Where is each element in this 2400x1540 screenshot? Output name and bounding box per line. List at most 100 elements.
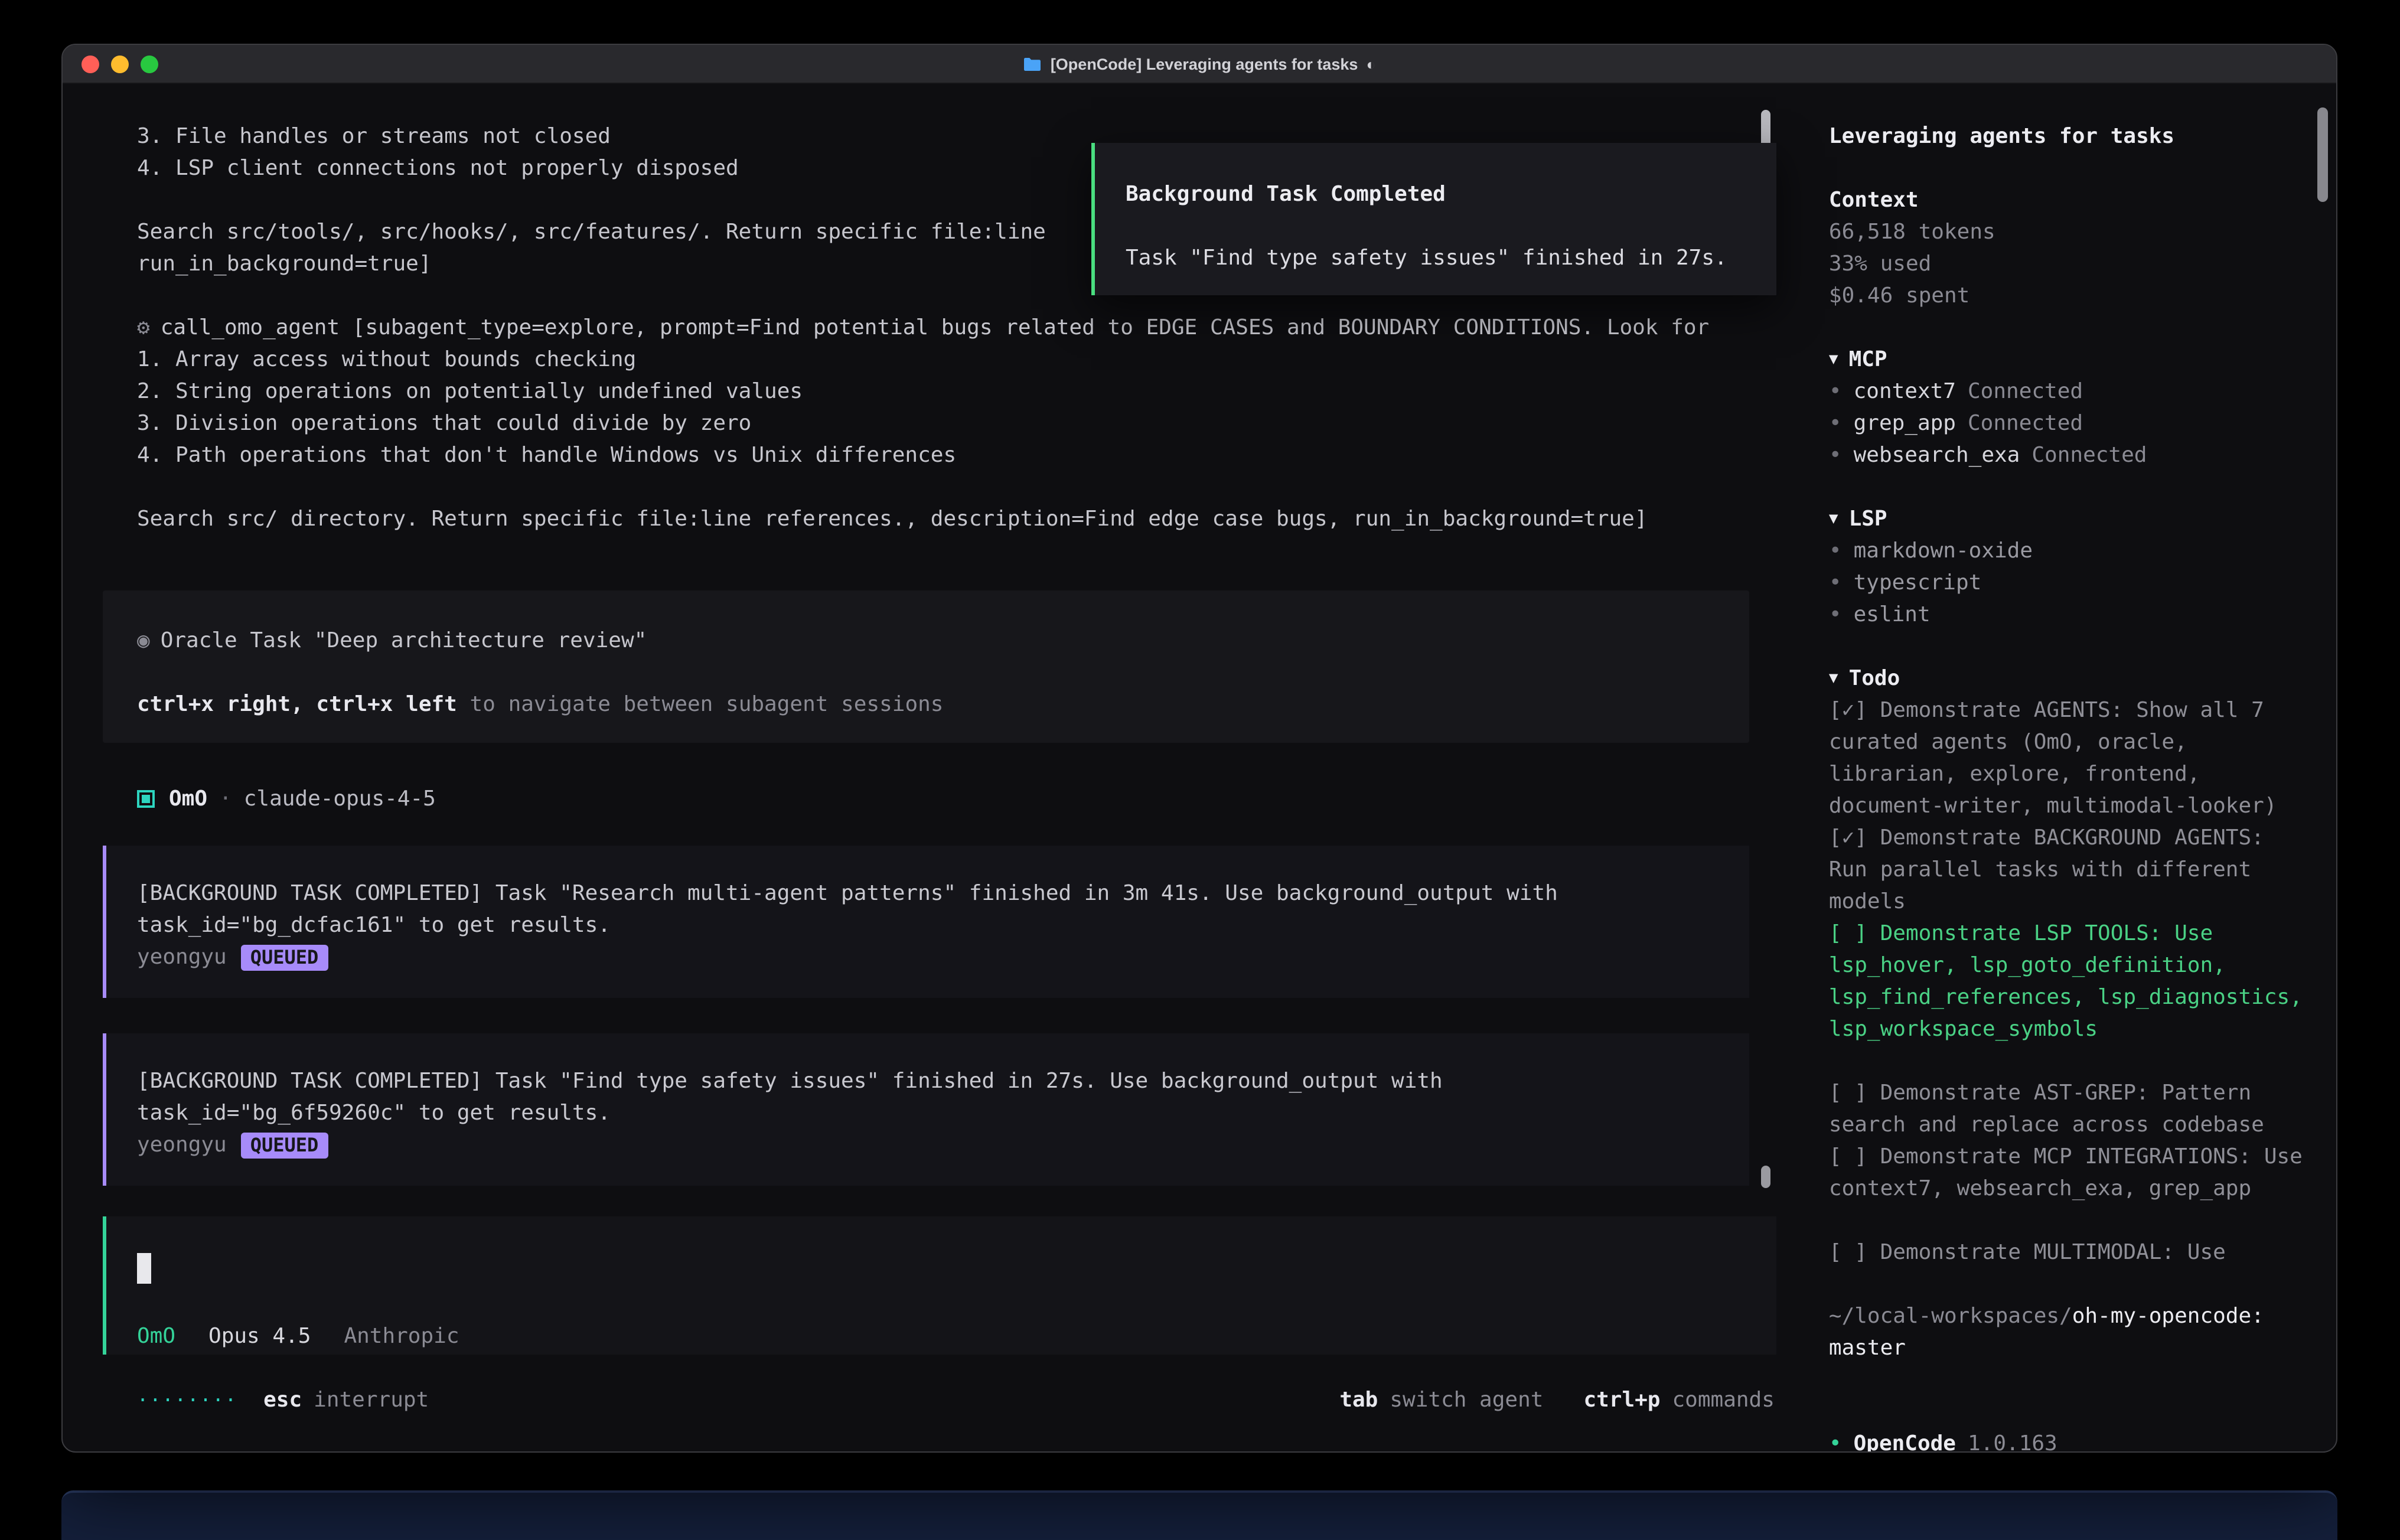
chevron-down-icon: ▼ [1829, 344, 1838, 376]
bullet-icon: • [1829, 1428, 1842, 1453]
zoom-window-button[interactable] [141, 55, 158, 73]
input-model-provider: Anthropic [344, 1320, 459, 1352]
workspace-path: ~/local-workspaces/oh-my-opencode: [1829, 1300, 2324, 1332]
oracle-task-card[interactable]: ◉Oracle Task "Deep architecture review" … [103, 590, 1749, 743]
lsp-item: • markdown-oxide [1829, 535, 2324, 567]
lsp-name: typescript [1854, 567, 1982, 599]
todo-item: [ ] Demonstrate AST-GREP: Pattern search… [1829, 1077, 2308, 1141]
mcp-name: websearch_exa [1854, 439, 2020, 471]
mcp-status: Connected [1968, 376, 2083, 407]
bullet-icon: • [1829, 407, 1842, 439]
chevron-down-icon: ▼ [1829, 663, 1838, 694]
tab-key-hint: tab [1339, 1384, 1378, 1416]
todo-item-current: [ ] Demonstrate LSP TOOLS: Use lsp_hover… [1829, 918, 2308, 1045]
oracle-icon: ◉ [137, 628, 150, 653]
prompt-input[interactable]: OmO Opus 4.5 Anthropic [103, 1216, 1776, 1355]
message-line2: task_id="bg_6f59260c" to get results. [137, 1097, 1726, 1129]
toast-background-task-completed: Background Task Completed Task "Find typ… [1091, 143, 1776, 295]
background-window-edge [61, 1490, 2337, 1540]
bullet-icon: • [1829, 439, 1842, 471]
session-sidebar: Leveraging agents for tasks Context 66,5… [1805, 83, 2336, 1453]
toast-title: Background Task Completed [1126, 178, 1746, 210]
tool-call-detail: 1. Array access without bounds checking … [137, 344, 1805, 535]
app-version-row: • OpenCode 1.0.163 [1829, 1428, 2324, 1453]
window-title-text: [OpenCode] Leveraging agents for tasks [1051, 48, 1358, 80]
lsp-name: markdown-oxide [1854, 535, 2033, 567]
main-scrollbar-thumb-lower[interactable] [1762, 1166, 1771, 1188]
message-user: yeongyu [137, 1129, 227, 1161]
context-spent: $0.46 spent [1829, 280, 2324, 312]
git-branch: master [1829, 1332, 2324, 1364]
lsp-item: • eslint [1829, 599, 2324, 631]
app-name: OpenCode [1854, 1428, 1956, 1453]
oracle-task-title-row: ◉ Oracle Task "Deep architecture review" [137, 625, 1749, 657]
context-used: 33% used [1829, 248, 2324, 280]
input-model-row: OmO Opus 4.5 Anthropic [137, 1320, 459, 1352]
traffic-lights [63, 55, 158, 73]
lsp-section-heading[interactable]: ▼ LSP [1829, 503, 2324, 535]
ctrlp-key-label: commands [1672, 1384, 1775, 1416]
status-badge: QUEUED [241, 944, 328, 970]
chevron-down-icon: ▼ [1829, 503, 1838, 535]
mcp-heading-label: MCP [1849, 344, 1887, 376]
bullet-icon: • [1829, 567, 1842, 599]
gear-icon: ⚙ [137, 312, 150, 344]
mcp-item: • websearch_exa Connected [1829, 439, 2324, 471]
background-task-message[interactable]: [BACKGROUND TASK COMPLETED] Task "Resear… [103, 846, 1749, 998]
esc-key-label: interrupt [314, 1384, 429, 1416]
input-model-name: Opus 4.5 [208, 1320, 311, 1352]
app-version: 1.0.163 [1968, 1428, 2057, 1453]
agent-separator: · [219, 783, 232, 815]
background-task-message[interactable]: [BACKGROUND TASK COMPLETED] Task "Find t… [103, 1033, 1749, 1186]
folder-icon [1023, 56, 1042, 71]
bullet-icon: • [1829, 376, 1842, 407]
chat-main-pane: Background Task Completed Task "Find typ… [63, 83, 1805, 1453]
todo-item: [ ] Demonstrate MULTIMODAL: Use [1829, 1236, 2308, 1268]
minimize-window-button[interactable] [111, 55, 129, 73]
oracle-hint-text: to navigate between subagent sessions [457, 692, 944, 717]
mcp-name: context7 [1854, 376, 1956, 407]
context-tokens: 66,518 tokens [1829, 216, 2324, 248]
lsp-item: • typescript [1829, 567, 2324, 599]
todo-item: [ ] Demonstrate MCP INTEGRATIONS: Use co… [1829, 1141, 2308, 1205]
active-agent-line: OmO · claude-opus-4-5 [137, 783, 1805, 815]
status-bar-right: tab switch agent ctrl+p commands [1299, 1384, 1775, 1416]
todo-heading-label: Todo [1849, 663, 1900, 694]
todo-item: [✓] Demonstrate BACKGROUND AGENTS: Run p… [1829, 822, 2308, 918]
workspace-path-prefix: ~/local-workspaces/ [1829, 1304, 2072, 1329]
tab-key-label: switch agent [1390, 1384, 1543, 1416]
status-badge: QUEUED [241, 1132, 328, 1158]
esc-key-hint: esc [263, 1384, 302, 1416]
window-content: Background Task Completed Task "Find typ… [63, 83, 2336, 1451]
mcp-name: grep_app [1854, 407, 1956, 439]
activity-spinner-icon: ◐ [1366, 48, 1375, 80]
oracle-hint-keys: ctrl+x right, ctrl+x left [137, 692, 457, 717]
tab-hint-group: tab switch agent [1339, 1384, 1543, 1416]
message-meta: yeongyu QUEUED [137, 941, 1726, 973]
tool-call-text: call_omo_agent [subagent_type=explore, p… [161, 312, 1710, 344]
agent-square-icon [137, 790, 155, 808]
toast-body: Task "Find type safety issues" finished … [1126, 242, 1746, 274]
message-line2: task_id="bg_dcfac161" to get results. [137, 909, 1726, 941]
tool-call-line: ⚙ call_omo_agent [subagent_type=explore,… [137, 312, 1805, 344]
sidebar-scrollbar-thumb[interactable] [2317, 107, 2328, 202]
terminal-window: [OpenCode] Leveraging agents for tasks ◐… [61, 44, 2337, 1453]
oracle-task-title: Oracle Task "Deep architecture review" [161, 628, 647, 653]
todo-section-heading[interactable]: ▼ Todo [1829, 663, 2324, 694]
mcp-item: • context7 Connected [1829, 376, 2324, 407]
workspace-path-repo: oh-my-opencode: [2072, 1304, 2264, 1329]
mcp-section-heading[interactable]: ▼ MCP [1829, 344, 2324, 376]
session-title: Leveraging agents for tasks [1829, 120, 2324, 152]
bullet-icon: • [1829, 535, 1842, 567]
mcp-status: Connected [2031, 439, 2147, 471]
close-window-button[interactable] [81, 55, 99, 73]
oracle-hint-row: ctrl+x right, ctrl+x left to navigate be… [137, 689, 1749, 720]
message-line1: [BACKGROUND TASK COMPLETED] Task "Find t… [137, 1065, 1726, 1097]
agent-name: OmO [169, 783, 207, 815]
lsp-name: eslint [1854, 599, 1931, 631]
message-meta: yeongyu QUEUED [137, 1129, 1726, 1161]
mcp-status: Connected [1968, 407, 2083, 439]
window-titlebar: [OpenCode] Leveraging agents for tasks ◐ [63, 45, 2336, 84]
agent-model: claude-opus-4-5 [244, 783, 436, 815]
input-agent-name: OmO [137, 1320, 175, 1352]
